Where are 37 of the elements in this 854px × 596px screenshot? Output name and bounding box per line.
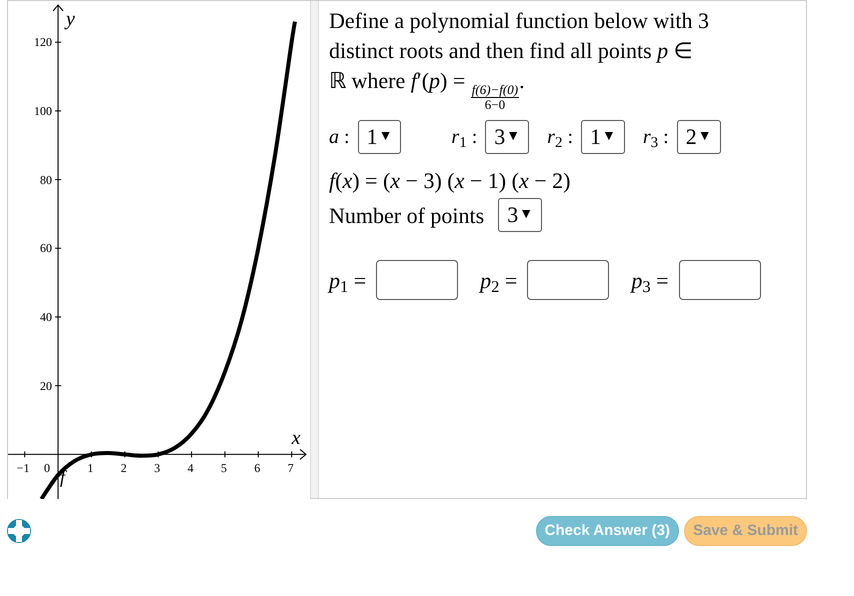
answer-label: p$_{2}$ = <box>480 266 518 296</box>
parameter-label: a : <box>329 125 350 150</box>
x-tick-label: 4 <box>188 462 194 474</box>
y-tick-label: 120 <box>33 36 52 48</box>
parameter-label: r$_{3}$ : <box>642 125 669 152</box>
question-text: Define a polynomial function below with 3 distinct roots and then find all points p ∈ ℝ where f′(p) = f(6)−f(0) 6−0 . <box>329 7 710 112</box>
x-axis-label: x <box>292 428 301 448</box>
answer-label: p$_{1}$ = <box>329 266 366 296</box>
parameter-label: r$_{2}$ : <box>547 125 573 152</box>
y-tick-label: 80 <box>39 174 52 186</box>
lifebuoy-icon[interactable] <box>7 519 31 543</box>
x-tick-label: 3 <box>154 462 160 474</box>
y-tick-label: 100 <box>33 104 52 117</box>
answer-label: p$_{3}$ = <box>631 266 669 296</box>
answer-field[interactable] <box>678 260 761 300</box>
y-tick-label: 20 <box>39 380 52 392</box>
dropdown[interactable]: 2▼ <box>676 120 721 154</box>
dropdown[interactable]: 3▼ <box>485 120 530 154</box>
y-axis-label: y <box>66 9 75 29</box>
x-tick-label: −1 <box>16 462 30 474</box>
x-tick-label: 2 <box>120 462 127 474</box>
parameter-label: r$_{1}$ : <box>451 125 478 152</box>
answer-field[interactable] <box>376 260 458 300</box>
answer-field[interactable] <box>527 260 610 300</box>
x-tick-label: 5 <box>220 462 227 474</box>
x-tick-label: 6 <box>254 462 260 474</box>
y-tick-label: 40 <box>39 310 52 323</box>
function-text: f(x) = (x − 3) (x − 1) (x − 2) <box>329 167 572 195</box>
dropdown[interactable]: 3▼ <box>498 198 542 232</box>
x-tick-label: 1 <box>87 462 94 474</box>
dropdown[interactable]: 1▼ <box>358 120 402 154</box>
number-of-points-label: Number of points <box>329 202 484 230</box>
dropdown[interactable]: 1▼ <box>581 120 625 154</box>
y-tick-label: 60 <box>39 242 52 254</box>
origin-label: 0 <box>44 462 50 474</box>
curve-label: f <box>60 468 66 486</box>
x-tick-label: 7 <box>288 462 294 474</box>
